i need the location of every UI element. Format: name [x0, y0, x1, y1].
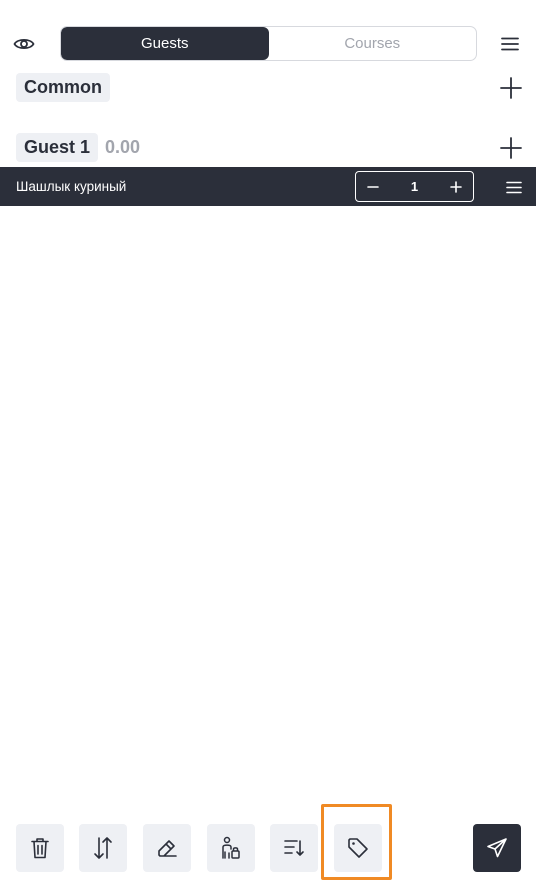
add-common-item-button[interactable]	[498, 75, 524, 101]
common-section: Common	[0, 73, 536, 109]
send-icon	[487, 838, 507, 858]
sort-arrows-icon	[94, 837, 112, 859]
delete-button[interactable]	[16, 824, 64, 872]
quantity-value: 1	[410, 179, 419, 194]
eraser-icon	[158, 840, 177, 857]
transfer-button[interactable]	[207, 824, 255, 872]
guest-transfer-icon	[222, 836, 240, 859]
guest-section: Guest 1 0.00	[0, 133, 536, 169]
sort-button[interactable]	[270, 824, 318, 872]
plus-icon	[500, 137, 522, 159]
edit-button[interactable]	[143, 824, 191, 872]
reorder-button[interactable]	[79, 824, 127, 872]
order-item-name: Шашлык куриный	[16, 179, 127, 194]
guest-label[interactable]: Guest 1	[16, 133, 99, 162]
common-label[interactable]: Common	[16, 73, 110, 102]
add-guest-item-button[interactable]	[498, 135, 524, 161]
decrement-button[interactable]	[356, 172, 390, 201]
discount-tag-button[interactable]	[334, 824, 382, 872]
increment-button[interactable]	[439, 172, 473, 201]
order-item-row[interactable]: Шашлык куриный 1	[0, 167, 536, 206]
bottom-toolbar	[0, 824, 536, 872]
tab-courses[interactable]: Courses	[269, 27, 477, 60]
guest-total: 0.00	[105, 137, 141, 157]
quantity-stepper: 1	[355, 171, 474, 202]
top-bar: Guests Courses	[0, 0, 536, 74]
sort-descending-icon	[284, 840, 304, 856]
send-order-button[interactable]	[473, 824, 521, 872]
minus-icon	[367, 185, 379, 188]
view-switcher: Guests Courses	[60, 26, 477, 61]
plus-icon	[450, 180, 462, 193]
item-menu-icon[interactable]	[502, 175, 526, 199]
trash-icon	[31, 838, 49, 859]
plus-icon	[500, 77, 522, 99]
tag-icon	[348, 838, 368, 858]
tab-guests[interactable]: Guests	[61, 27, 269, 60]
hamburger-menu-icon[interactable]	[496, 30, 524, 58]
eye-icon[interactable]	[10, 30, 38, 58]
